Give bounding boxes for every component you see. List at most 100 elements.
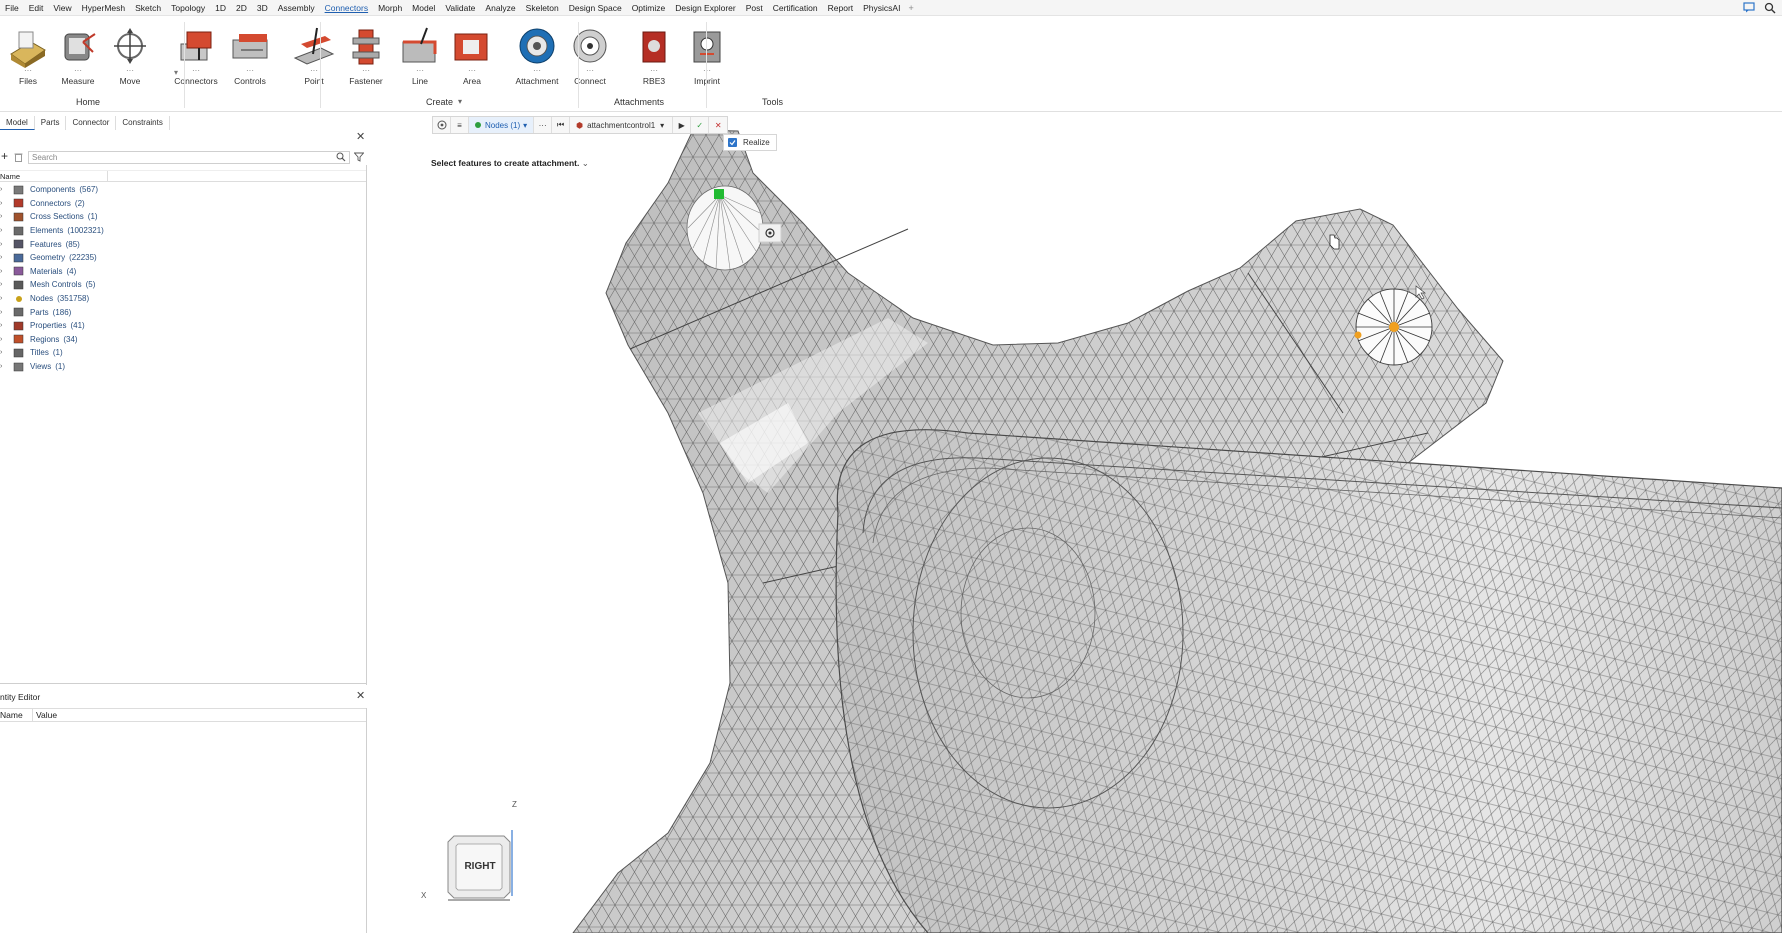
- menu-item-file[interactable]: File: [0, 0, 24, 16]
- tree-item-mesh-controls[interactable]: › Mesh Controls (5): [0, 278, 366, 292]
- tree-item-views[interactable]: › Views (1): [0, 360, 366, 374]
- expand-arrow-icon[interactable]: ›: [0, 213, 7, 220]
- menu-item-model[interactable]: Model: [407, 0, 440, 16]
- expand-arrow-icon[interactable]: ›: [0, 241, 7, 248]
- tool-options-icon[interactable]: ···: [338, 67, 394, 75]
- tool-options-icon[interactable]: ···: [392, 67, 448, 75]
- tab-constraints[interactable]: Constraints: [116, 116, 170, 130]
- tool-options-icon[interactable]: ···: [0, 67, 56, 75]
- menu-item-1d[interactable]: 1D: [210, 0, 231, 16]
- tool-options-icon[interactable]: ···: [102, 67, 158, 75]
- tool-files-button[interactable]: ··· Files: [0, 24, 56, 86]
- tree-item-elements[interactable]: › Elements (1002321): [0, 224, 366, 238]
- menu-item-connectors[interactable]: Connectors: [320, 0, 373, 16]
- more-options-icon[interactable]: ···: [534, 117, 553, 133]
- delete-icon[interactable]: [14, 152, 23, 164]
- tool-options-icon[interactable]: ···: [444, 67, 500, 75]
- menu-item-3d[interactable]: 3D: [252, 0, 273, 16]
- expand-arrow-icon[interactable]: ›: [0, 336, 7, 343]
- view-cube-face[interactable]: RIGHT: [448, 861, 512, 872]
- expand-arrow-icon[interactable]: ›: [0, 309, 7, 316]
- expand-arrow-icon[interactable]: ›: [0, 227, 7, 234]
- hole-left[interactable]: [686, 185, 764, 271]
- menu-item-analyze[interactable]: Analyze: [480, 0, 520, 16]
- tree-item-connectors[interactable]: › Connectors (2): [0, 197, 366, 211]
- realize-checkbox[interactable]: Realize: [723, 134, 777, 151]
- expand-arrow-icon[interactable]: ›: [0, 186, 7, 193]
- expand-arrow-icon[interactable]: ›: [0, 363, 7, 370]
- menu-item-skeleton[interactable]: Skeleton: [521, 0, 564, 16]
- tree-item-features[interactable]: › Features (85): [0, 237, 366, 251]
- close-icon[interactable]: ✕: [356, 689, 365, 702]
- mesh-model[interactable]: [368, 113, 1782, 933]
- guidebar-menu-button[interactable]: [433, 117, 451, 133]
- tool-connect-button[interactable]: ··· Connect: [562, 24, 618, 86]
- attachment-control-selector[interactable]: ⬢ attachmentcontrol1 ▾: [570, 117, 674, 133]
- home-expand-icon[interactable]: ▾: [174, 68, 178, 77]
- search-icon[interactable]: [336, 152, 346, 164]
- list-icon[interactable]: ≡: [451, 117, 469, 133]
- expand-arrow-icon[interactable]: ›: [0, 254, 7, 261]
- column-name[interactable]: Name: [0, 171, 20, 182]
- tool-line-button[interactable]: ··· Line: [392, 24, 448, 86]
- tree-item-properties[interactable]: › Properties (41): [0, 319, 366, 333]
- add-icon[interactable]: +: [1, 149, 8, 163]
- expand-arrow-icon[interactable]: ›: [0, 349, 7, 356]
- panel-splitter[interactable]: [0, 683, 367, 684]
- tool-move-button[interactable]: ··· Move: [102, 24, 158, 86]
- tool-fastener-button[interactable]: ··· Fastener: [338, 24, 394, 86]
- expand-arrow-icon[interactable]: ›: [0, 322, 7, 329]
- tab-model[interactable]: Model: [0, 116, 35, 130]
- tool-area-button[interactable]: ··· Area: [444, 24, 500, 86]
- cancel-icon[interactable]: ✕: [709, 117, 727, 133]
- tree-item-titles[interactable]: › Titles (1): [0, 346, 366, 360]
- tree-item-nodes[interactable]: › Nodes (351758): [0, 292, 366, 306]
- tool-options-icon[interactable]: ···: [626, 67, 682, 75]
- skip-icon[interactable]: ⏮: [552, 117, 571, 133]
- tool-imprint-button[interactable]: ···Imprint: [679, 24, 735, 86]
- close-icon[interactable]: ✕: [356, 130, 365, 143]
- menu-item-topology[interactable]: Topology: [166, 0, 210, 16]
- menu-item-physicsai[interactable]: PhysicsAI: [858, 0, 905, 16]
- chevrons-down-icon[interactable]: ⌄: [582, 158, 589, 168]
- tree-item-parts[interactable]: › Parts (186): [0, 305, 366, 319]
- tool-controls-button[interactable]: ··· Controls: [222, 24, 278, 86]
- menu-item-report[interactable]: Report: [823, 0, 859, 16]
- add-menu-icon[interactable]: +: [905, 3, 916, 13]
- apply-icon[interactable]: ✓: [691, 117, 710, 133]
- menu-item-sketch[interactable]: Sketch: [130, 0, 166, 16]
- expand-arrow-icon[interactable]: ›: [0, 200, 7, 207]
- selected-node[interactable]: [714, 189, 724, 199]
- tool-options-icon[interactable]: ···: [679, 67, 735, 75]
- tool-attachment-button[interactable]: ··· Attachment: [509, 24, 565, 86]
- tool-measure-button[interactable]: ··· Measure: [50, 24, 106, 86]
- nodes-selector[interactable]: Nodes (1) ▾: [469, 117, 535, 133]
- menu-item-hypermesh[interactable]: HyperMesh: [77, 0, 130, 16]
- tool-options-icon[interactable]: ···: [509, 67, 565, 75]
- tree-item-regions[interactable]: › Regions (34): [0, 333, 366, 347]
- tree-item-geometry[interactable]: › Geometry (22235): [0, 251, 366, 265]
- column-divider[interactable]: [32, 709, 33, 721]
- expand-arrow-icon[interactable]: ›: [0, 268, 7, 275]
- menu-item-edit[interactable]: Edit: [24, 0, 49, 16]
- expand-arrow-icon[interactable]: ›: [0, 295, 7, 302]
- tool-options-icon[interactable]: ···: [222, 67, 278, 75]
- menu-item-design-space[interactable]: Design Space: [564, 0, 627, 16]
- search-icon[interactable]: [1763, 1, 1776, 14]
- tab-connector[interactable]: Connector: [66, 116, 117, 130]
- search-input[interactable]: Search: [28, 151, 350, 164]
- play-icon[interactable]: ▶: [673, 117, 692, 133]
- feedback-icon[interactable]: [1742, 1, 1755, 14]
- checkbox-checked-icon[interactable]: [728, 138, 737, 147]
- tool-point-button[interactable]: ··· Point: [286, 24, 342, 86]
- create-dropdown-icon[interactable]: ▾: [458, 97, 462, 106]
- menu-item-design-explorer[interactable]: Design Explorer: [670, 0, 740, 16]
- filter-icon[interactable]: [353, 152, 365, 164]
- tree-item-materials[interactable]: › Materials (4): [0, 265, 366, 279]
- tool-options-icon[interactable]: ···: [50, 67, 106, 75]
- panel-border[interactable]: [366, 165, 367, 685]
- tree-item-components[interactable]: › Components (567): [0, 183, 366, 197]
- menu-item-optimize[interactable]: Optimize: [627, 0, 671, 16]
- menu-item-post[interactable]: Post: [741, 0, 768, 16]
- column-divider[interactable]: [107, 171, 108, 182]
